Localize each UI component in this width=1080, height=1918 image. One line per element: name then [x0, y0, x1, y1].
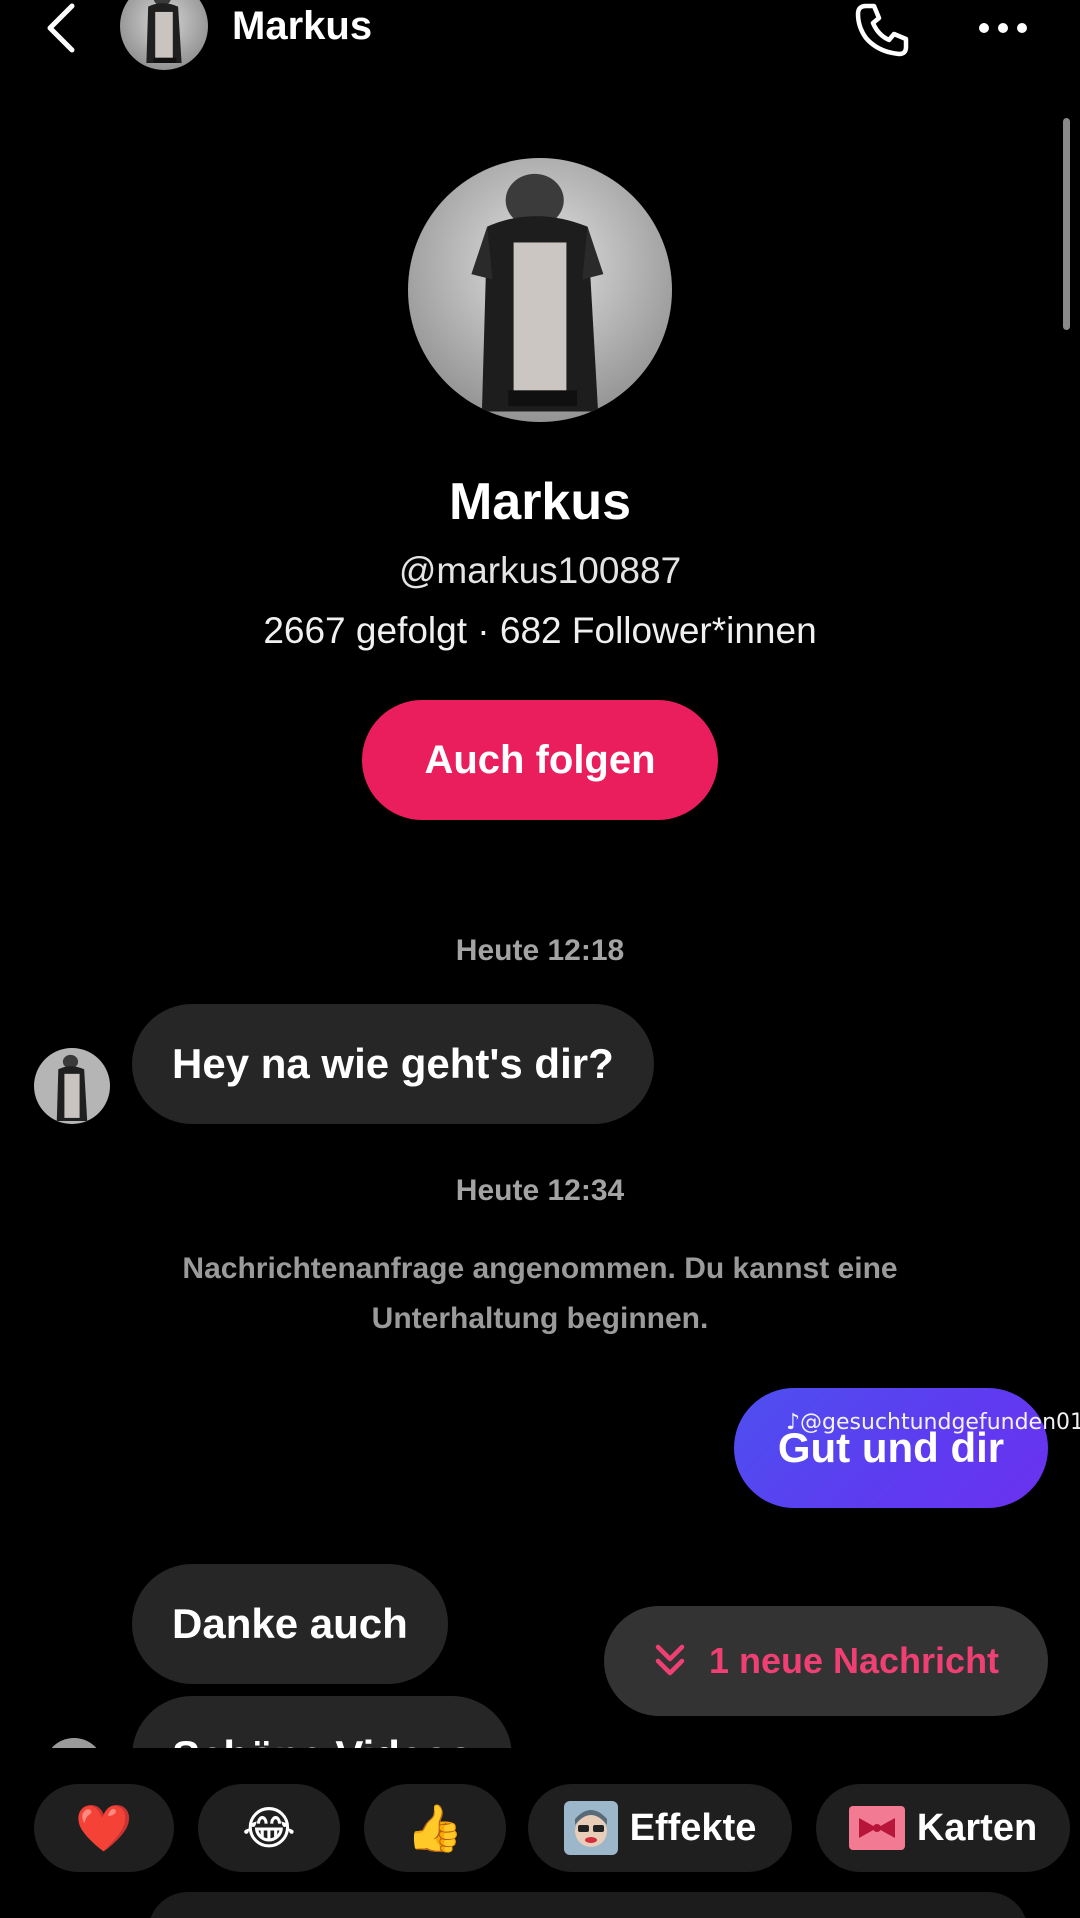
more-options-button[interactable]: [970, 6, 1036, 50]
header-title[interactable]: Markus: [232, 4, 372, 49]
outgoing-message[interactable]: Gut und dir: [734, 1388, 1048, 1508]
watermark: ♪@gesuchtundgefunden01: [786, 1410, 1080, 1435]
cards-label: Karten: [916, 1806, 1038, 1849]
system-note: Nachrichtenanfrage angenommen. Du kannst…: [182, 1252, 898, 1335]
call-button[interactable]: [850, 0, 914, 60]
quick-reply-heart[interactable]: ❤️: [34, 1784, 174, 1872]
cards-button[interactable]: Karten: [816, 1784, 1070, 1872]
profile-avatar[interactable]: [408, 158, 672, 422]
more-icon-dot: [979, 23, 989, 33]
more-icon-dot: [998, 23, 1008, 33]
chat-screen: Markus Markus @markus100887 2667 gefolgt…: [0, 0, 1080, 1918]
profile-stats: 2667 gefolgt · 682 Follower*innen: [263, 610, 817, 651]
chat-header: Markus: [0, 0, 1080, 70]
scrollbar[interactable]: [1063, 118, 1070, 330]
new-message-label: 1 neue Nachricht: [708, 1640, 1000, 1681]
sender-avatar[interactable]: [34, 1048, 110, 1124]
effects-label: Effekte: [629, 1806, 757, 1849]
timestamp: Heute 12:34: [455, 1174, 625, 1207]
effects-icon: [563, 1801, 618, 1855]
back-icon: [47, 3, 75, 53]
effects-button[interactable]: Effekte: [528, 1784, 792, 1872]
quick-reply-thumbs-up[interactable]: 👍: [364, 1784, 506, 1872]
timestamp: Heute 12:18: [455, 934, 625, 967]
profile-handle: @markus100887: [398, 550, 682, 591]
follow-back-button[interactable]: Auch folgen: [362, 700, 718, 820]
phone-icon: [855, 3, 909, 57]
laugh-emoji: 😂: [242, 1802, 296, 1854]
incoming-message[interactable]: Danke auch: [132, 1564, 448, 1684]
thumbs-up-emoji: 👍: [406, 1801, 464, 1854]
more-icon-dot: [1017, 23, 1027, 33]
back-button[interactable]: [36, 0, 86, 56]
new-message-indicator[interactable]: 1 neue Nachricht: [604, 1606, 1048, 1716]
quick-reply-laugh[interactable]: 😂: [198, 1784, 340, 1872]
message-input[interactable]: [148, 1892, 1028, 1918]
cards-gift-icon: [848, 1806, 905, 1850]
chevron-double-down-icon: [655, 1644, 685, 1676]
profile-name: Markus: [448, 473, 632, 531]
heart-emoji: ❤️: [75, 1801, 133, 1854]
header-avatar[interactable]: [120, 0, 208, 70]
incoming-message[interactable]: Hey na wie geht's dir?: [132, 1004, 654, 1124]
